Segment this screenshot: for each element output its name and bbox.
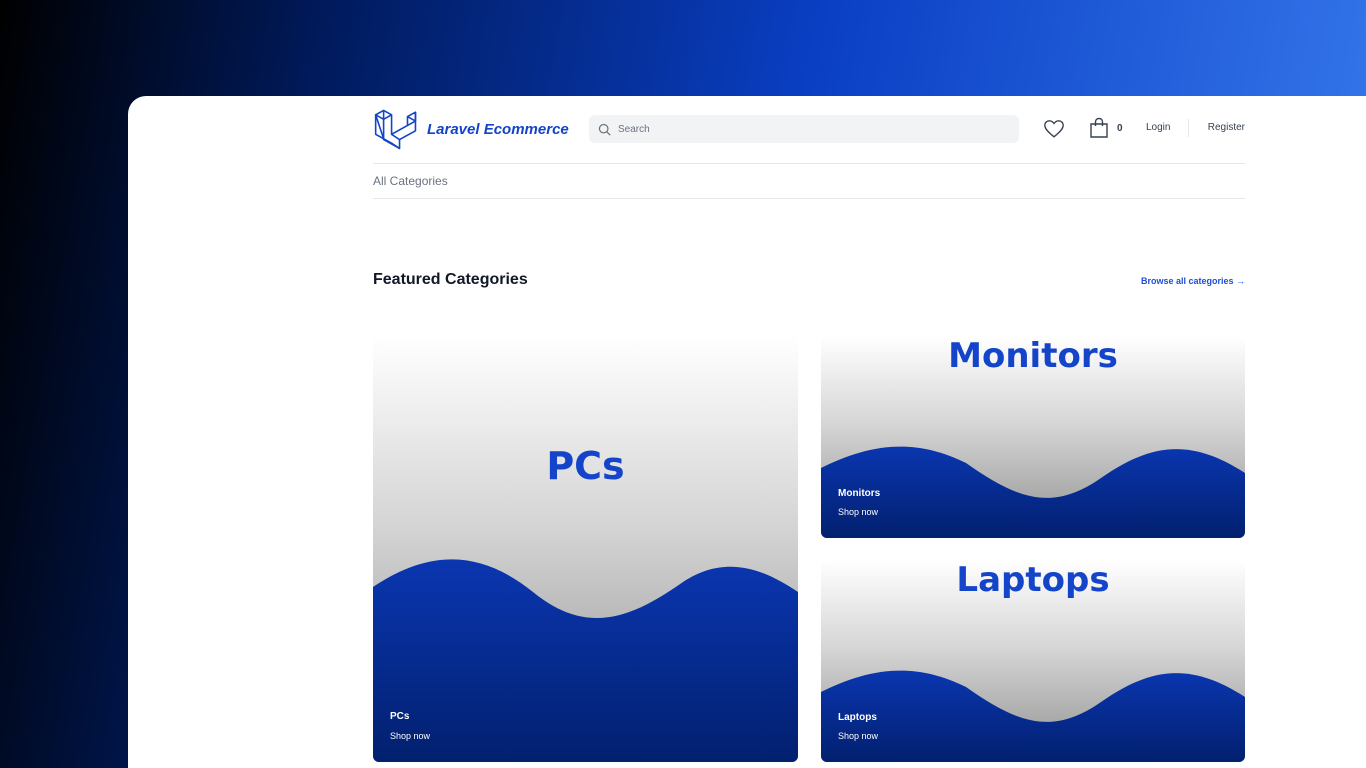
category-banner-text: Laptops [956, 560, 1110, 600]
featured-title: Featured Categories [373, 271, 528, 288]
category-card-monitors[interactable]: Monitors Monitors Shop now [821, 336, 1245, 538]
wave-graphic [821, 446, 1245, 538]
cart-count: 0 [1117, 122, 1123, 134]
wave-graphic [373, 559, 798, 762]
shop-now-link[interactable]: Shop now [838, 507, 878, 517]
brand-name: Laravel Ecommerce [427, 120, 569, 138]
featured-header: Featured Categories Browse all categorie… [373, 271, 1245, 289]
wave-graphic [821, 670, 1245, 762]
category-card-pcs[interactable]: PCs PCs Shop now [373, 336, 798, 762]
login-link[interactable]: Login [1146, 122, 1170, 133]
search-bar [589, 115, 1019, 143]
header-divider [1188, 119, 1189, 137]
brand-logo-link[interactable]: Laravel Ecommerce [373, 106, 569, 152]
shopping-bag-icon [1090, 117, 1108, 138]
heart-icon[interactable] [1043, 118, 1065, 140]
search-icon [598, 123, 611, 136]
category-card-laptops[interactable]: Laptops Laptops Shop now [821, 560, 1245, 762]
category-name: Monitors [838, 488, 881, 499]
all-categories-link[interactable]: All Categories [373, 174, 448, 188]
category-banner-text: PCs [546, 444, 625, 488]
category-nav: All Categories [373, 164, 1245, 199]
app-window: Laravel Ecommerce 0 Login Register [128, 96, 1366, 768]
search-input[interactable] [618, 123, 998, 135]
register-link[interactable]: Register [1208, 122, 1245, 133]
site-header: Laravel Ecommerce 0 Login Register [373, 96, 1245, 164]
shop-now-link[interactable]: Shop now [838, 731, 878, 741]
category-banner-text: Monitors [948, 336, 1118, 376]
category-name: Laptops [838, 712, 877, 723]
page-container: Laravel Ecommerce 0 Login Register [373, 96, 1245, 762]
laravel-logo-icon [374, 109, 417, 150]
browse-all-link[interactable]: Browse all categories → [1141, 276, 1245, 286]
cart-button[interactable]: 0 [1089, 117, 1123, 139]
shop-now-link[interactable]: Shop now [390, 731, 430, 741]
category-name: PCs [390, 711, 410, 722]
